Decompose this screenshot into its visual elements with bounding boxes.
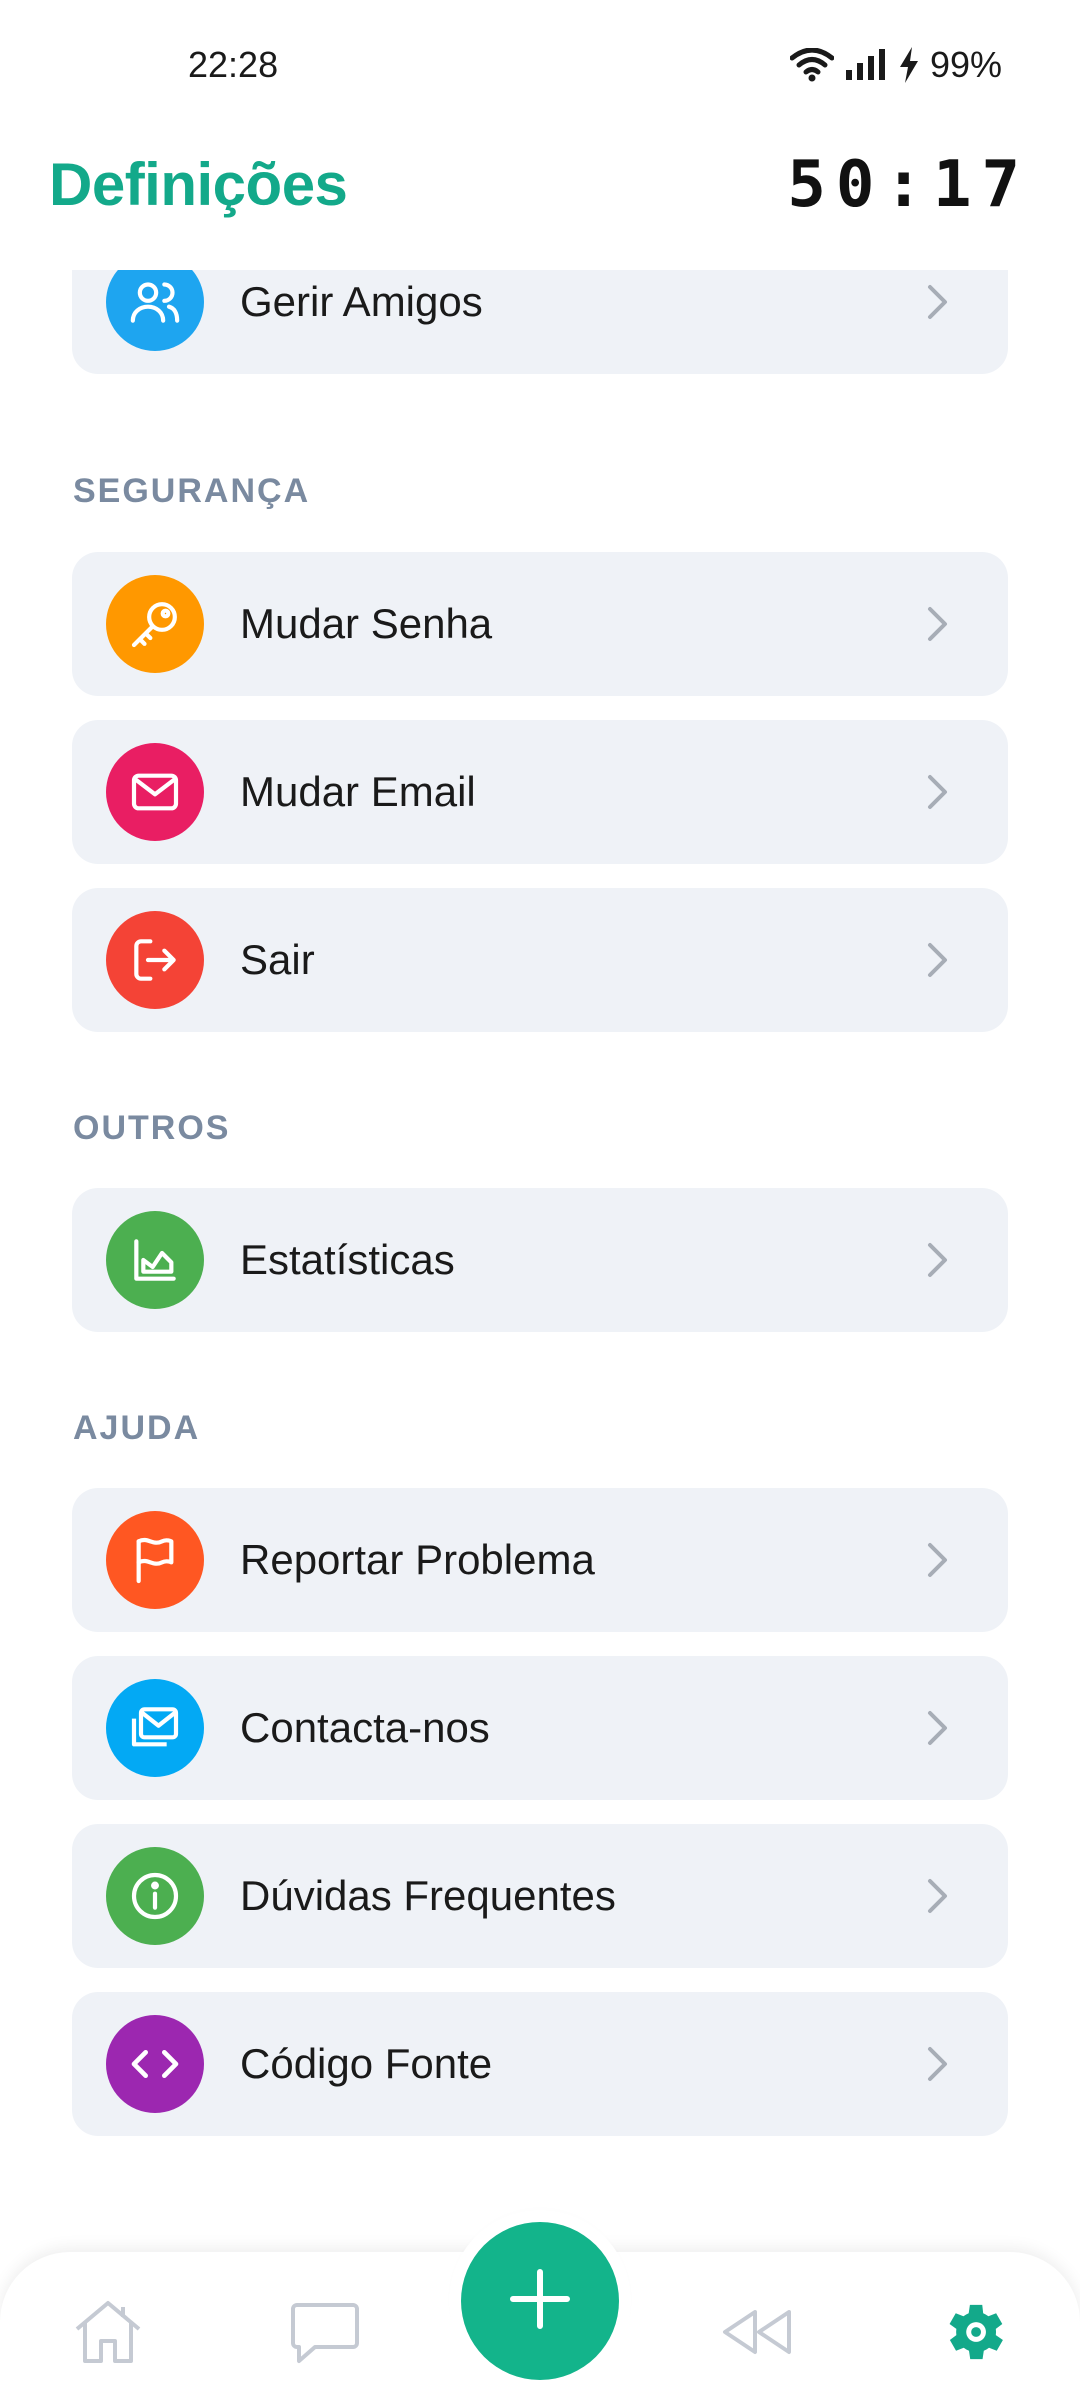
row-label: Sair	[240, 936, 315, 983]
mail-stack-icon	[106, 1679, 204, 1777]
row-estatisticas[interactable]: Estatísticas	[72, 1188, 1008, 1332]
row-duvidas-frequentes[interactable]: Dúvidas Frequentes	[72, 1824, 1008, 1968]
timer-display: 50:17	[787, 148, 1030, 222]
info-icon	[106, 1847, 204, 1945]
section-ajuda: AJUDA	[73, 1409, 201, 1447]
add-icon	[507, 2266, 573, 2337]
status-icons: 99%	[789, 44, 1002, 86]
mail-icon	[106, 743, 204, 841]
status-bar: 22:28 99%	[0, 0, 1080, 120]
row-label: Estatísticas	[240, 1236, 455, 1283]
row-mudar-email[interactable]: Mudar Email	[72, 720, 1008, 864]
home-icon[interactable]	[63, 2292, 153, 2372]
row-label: Código Fonte	[240, 2040, 493, 2087]
signal-icon	[844, 48, 888, 82]
row-contacta-nos[interactable]: Contacta-nos	[72, 1656, 1008, 1800]
page-title: Definições	[49, 151, 348, 218]
section-seguranca: SEGURANÇA	[73, 472, 311, 510]
rewind-icon[interactable]	[712, 2292, 802, 2372]
charging-bolt-icon	[898, 47, 920, 83]
chevron-right-icon	[908, 1540, 968, 1580]
battery-percent: 99%	[929, 44, 1002, 85]
row-label: Mudar Email	[240, 768, 476, 815]
row-label: Dúvidas Frequentes	[240, 1872, 616, 1919]
settings-list[interactable]: Gerir Amigos SEGURANÇA Mudar Senha Mudar…	[0, 270, 1080, 2250]
logout-icon	[106, 911, 204, 1009]
chat-icon[interactable]	[280, 2292, 370, 2372]
row-mudar-senha[interactable]: Mudar Senha	[72, 552, 1008, 696]
chevron-right-icon	[908, 1708, 968, 1748]
chevron-right-icon	[908, 2044, 968, 2084]
chevron-right-icon	[908, 1876, 968, 1916]
row-reportar-problema[interactable]: Reportar Problema	[72, 1488, 1008, 1632]
flag-icon	[106, 1511, 204, 1609]
chevron-right-icon	[908, 282, 968, 322]
wifi-icon	[789, 48, 834, 82]
row-label: Reportar Problema	[240, 1536, 595, 1583]
key-icon	[106, 575, 204, 673]
status-time: 22:28	[188, 44, 279, 85]
row-label: Gerir Amigos	[240, 278, 483, 325]
row-label: Contacta-nos	[240, 1704, 490, 1751]
chevron-right-icon	[908, 940, 968, 980]
chevron-right-icon	[908, 604, 968, 644]
chart-icon	[106, 1211, 204, 1309]
users-icon	[106, 270, 204, 351]
row-codigo-fonte[interactable]: Código Fonte	[72, 1992, 1008, 2136]
chevron-right-icon	[908, 772, 968, 812]
row-gerir-amigos[interactable]: Gerir Amigos	[72, 270, 1008, 374]
row-sair[interactable]: Sair	[72, 888, 1008, 1032]
settings-icon[interactable]	[928, 2292, 1018, 2372]
code-icon	[106, 2015, 204, 2113]
chevron-right-icon	[908, 1240, 968, 1280]
add-button[interactable]	[461, 2222, 619, 2380]
section-outros: OUTROS	[73, 1109, 231, 1147]
row-label: Mudar Senha	[240, 600, 493, 647]
